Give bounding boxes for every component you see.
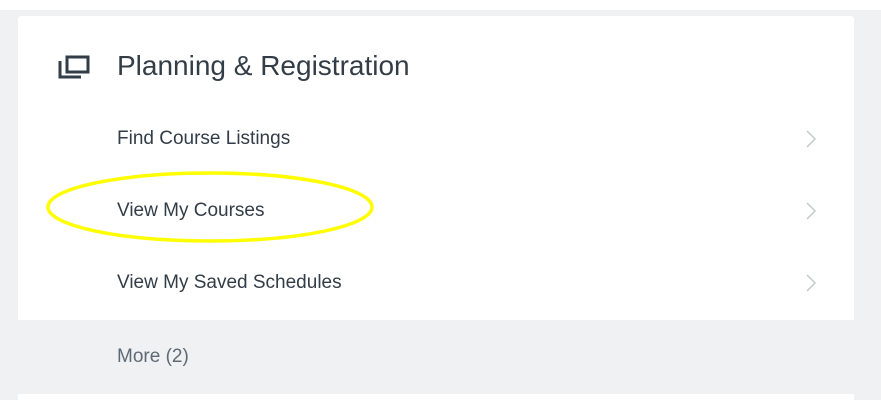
card-header: Planning & Registration — [18, 16, 854, 116]
task-view-my-saved-schedules[interactable]: View My Saved Schedules — [18, 247, 854, 319]
card-bottom-band — [18, 394, 854, 400]
chevron-right-icon — [805, 129, 817, 149]
task-label[interactable]: View My Courses — [117, 175, 264, 247]
planning-registration-card: Planning & Registration Find Course List… — [18, 16, 854, 400]
task-label[interactable]: View My Saved Schedules — [117, 247, 342, 319]
window-stack-icon — [56, 54, 92, 80]
chevron-right-icon — [805, 273, 817, 293]
chevron-right-icon — [805, 201, 817, 221]
card-title: Planning & Registration — [117, 50, 410, 81]
task-view-my-courses[interactable]: View My Courses — [18, 175, 854, 247]
more-label[interactable]: More (2) — [117, 320, 189, 394]
task-find-course-listings[interactable]: Find Course Listings — [18, 103, 854, 175]
more-button[interactable]: More (2) — [18, 320, 854, 394]
task-label[interactable]: Find Course Listings — [117, 103, 290, 175]
page-top-strip — [0, 0, 881, 10]
